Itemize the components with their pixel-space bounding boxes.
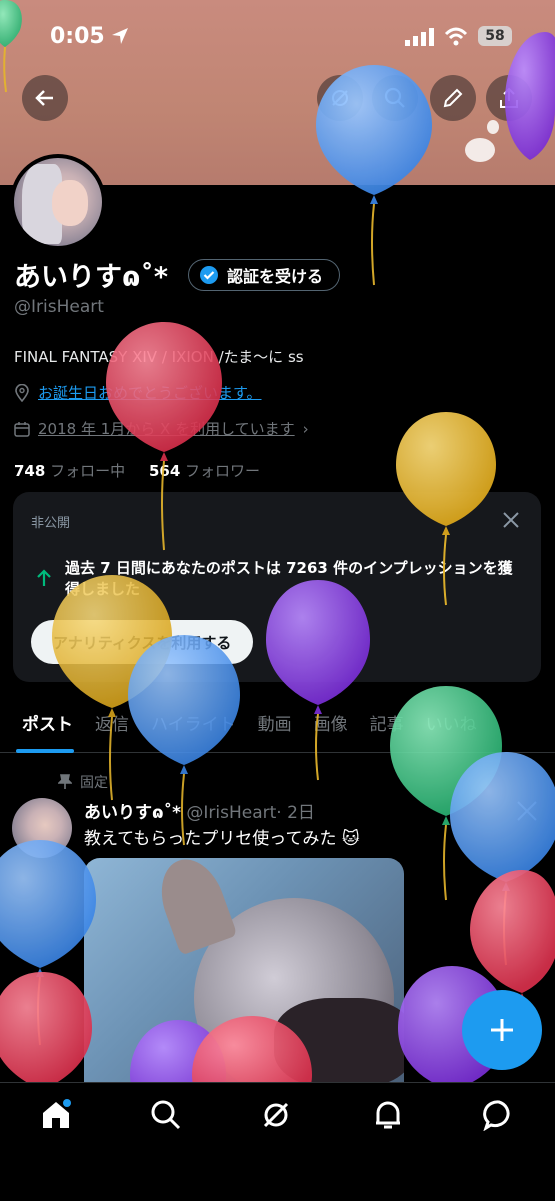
battery-level: 58 xyxy=(485,28,505,44)
notifications-icon[interactable] xyxy=(372,1099,404,1131)
balloon-red xyxy=(470,870,555,1002)
profile-tabs: ポスト 返信 ハイライト 動画 画像 記事 いいね xyxy=(0,700,555,753)
birthday-row: お誕生日おめでとうございます。 xyxy=(14,382,262,403)
messages-icon[interactable] xyxy=(483,1099,515,1131)
private-label: 非公開 xyxy=(31,516,71,531)
banner-paw-decoration xyxy=(465,120,505,170)
share-button[interactable] xyxy=(486,75,532,121)
close-icon[interactable] xyxy=(501,510,521,530)
tab-videos[interactable]: 動画 xyxy=(247,700,303,752)
explore-icon[interactable] xyxy=(150,1099,182,1131)
pin-icon xyxy=(58,774,72,789)
tab-photos[interactable]: 画像 xyxy=(303,700,359,752)
status-time: 0:05 xyxy=(50,24,105,49)
following-count: 748 xyxy=(14,462,46,480)
status-bar: 0:05 58 xyxy=(0,18,555,58)
edit-button[interactable] xyxy=(430,75,476,121)
use-analytics-button[interactable]: アナリティクスを利用する xyxy=(31,620,254,664)
share-icon xyxy=(500,87,518,108)
post-time: · 2日 xyxy=(276,803,315,823)
location-icon xyxy=(15,383,29,402)
post-author-name[interactable]: あいりすɷ˚* xyxy=(84,803,181,823)
followers-count: 564 xyxy=(148,462,181,480)
verified-icon xyxy=(200,266,218,284)
location-arrow-icon xyxy=(112,28,128,44)
battery-icon: 58 xyxy=(478,26,512,46)
wifi-icon xyxy=(444,27,468,46)
following-label: フォロー中 xyxy=(50,462,126,480)
followers-link[interactable]: 564 フォロワー xyxy=(149,462,260,480)
profile-bio: FINAL FANTASY XIV / IXION /たま〜に ss xyxy=(14,348,304,366)
post-author-handle[interactable]: @IrisHeart xyxy=(186,803,276,823)
pinned-indicator: 固定 xyxy=(58,772,108,792)
impressions-message: 過去 7 日間にあなたのポストは 7263 件のインプレッションを獲得しました xyxy=(65,559,513,598)
search-button[interactable] xyxy=(372,75,418,121)
back-button[interactable] xyxy=(22,75,68,121)
pinned-label: 固定 xyxy=(80,775,108,791)
grok-icon[interactable] xyxy=(260,1099,292,1131)
tab-replies[interactable]: 返信 xyxy=(84,700,140,752)
post-header: あいりすɷ˚* @IrisHeart· 2日 xyxy=(84,798,315,823)
back-icon xyxy=(35,90,53,106)
follow-stats: 748 フォロー中 564 フォロワー xyxy=(14,460,260,481)
grok-icon xyxy=(332,90,348,106)
calendar-icon xyxy=(14,421,30,437)
home-icon[interactable] xyxy=(40,1099,72,1131)
edit-icon xyxy=(443,88,463,108)
plus-icon xyxy=(491,1019,513,1041)
post-image[interactable] xyxy=(84,858,404,1084)
balloon-blue xyxy=(0,840,96,1046)
get-verified-label: 認証を受ける xyxy=(227,267,324,286)
profile-avatar[interactable] xyxy=(10,154,106,250)
profile-handle: @IrisHeart xyxy=(14,297,104,317)
bottom-navigation xyxy=(0,1082,555,1201)
tab-highlights[interactable]: ハイライト xyxy=(140,700,247,752)
analytics-card: 非公開 過去 7 日間にあなたのポストは 7263 件のインプレッションを獲得し… xyxy=(13,492,541,682)
joined-row[interactable]: 2018 年 1月から X を利用しています › xyxy=(14,418,309,439)
use-analytics-label: アナリティクスを利用する xyxy=(53,633,232,652)
signal-icon xyxy=(405,28,434,46)
joined-date: 2018 年 1月から X を利用しています xyxy=(38,420,295,438)
birthday-link[interactable]: お誕生日おめでとうございます。 xyxy=(38,382,262,403)
arrow-up-icon xyxy=(37,569,51,586)
following-link[interactable]: 748 フォロー中 xyxy=(14,462,125,480)
grok-header-button[interactable] xyxy=(317,75,363,121)
profile-display-name: あいりすɷ˚* xyxy=(14,262,169,293)
x-logo-icon xyxy=(517,801,537,821)
chevron-right-icon: › xyxy=(302,419,309,438)
followers-label: フォロワー xyxy=(185,462,261,480)
tab-posts[interactable]: ポスト xyxy=(0,700,84,753)
tab-likes[interactable]: いいね xyxy=(415,700,488,752)
compose-button[interactable] xyxy=(462,990,542,1070)
balloon-blue xyxy=(450,752,555,966)
post-text: 教えてもらったプリセ使ってみた 🐱 xyxy=(84,829,360,849)
balloon-red xyxy=(0,972,92,1090)
get-verified-button[interactable]: 認証を受ける xyxy=(188,259,341,291)
tab-articles[interactable]: 記事 xyxy=(359,700,415,752)
post-author-avatar[interactable] xyxy=(12,798,72,858)
search-icon xyxy=(384,87,405,108)
